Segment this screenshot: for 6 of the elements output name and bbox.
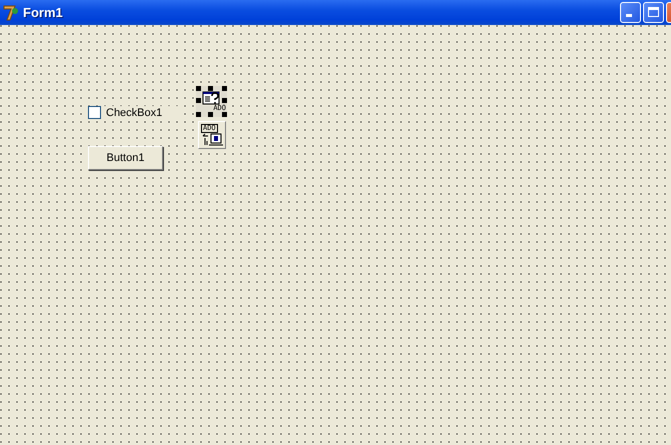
window-title: Form1 — [23, 5, 63, 20]
form-button[interactable]: Button1 — [88, 146, 163, 170]
minimize-button[interactable] — [620, 2, 641, 23]
app-icon — [3, 4, 19, 22]
checkbox-box[interactable] — [88, 106, 101, 119]
maximize-button[interactable] — [643, 2, 664, 23]
